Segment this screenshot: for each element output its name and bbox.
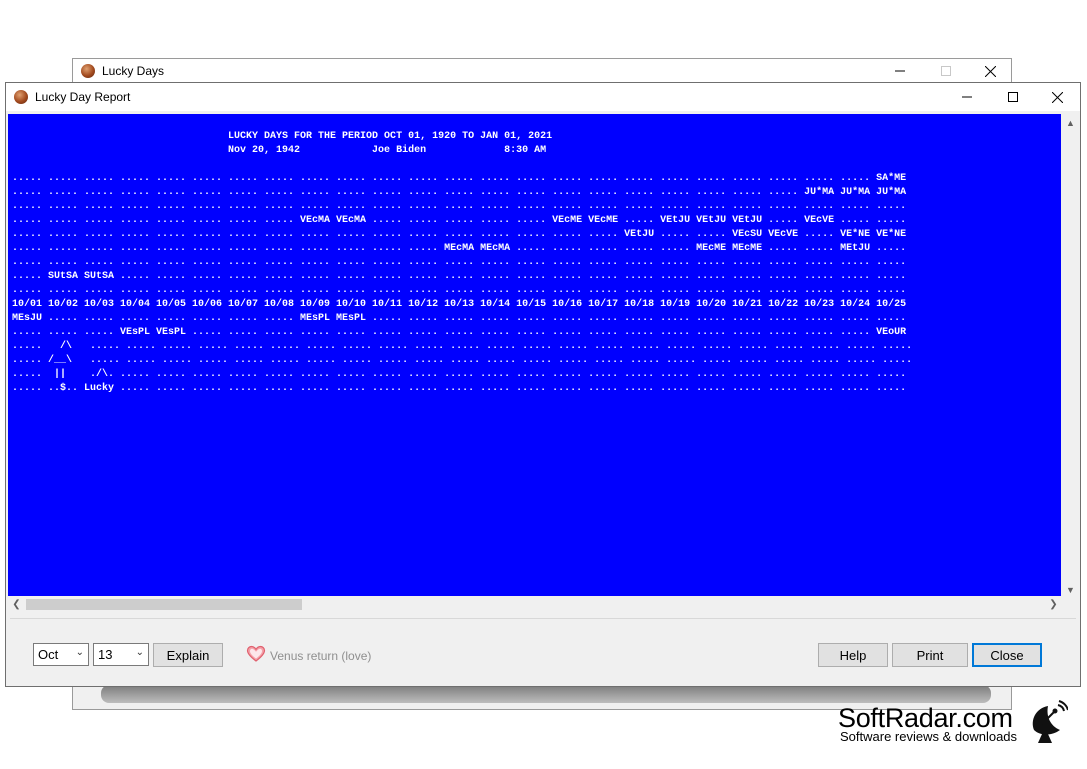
report-line: ..... ..... ..... ..... ..... ..... ....… [12,215,907,226]
maximize-icon [1008,92,1018,102]
report-line: ..... SUtSA SUtSA ..... ..... ..... ....… [12,271,907,282]
lucky-days-window-title: Lucky Days [102,64,165,78]
month-select-value: Oct [38,647,59,662]
maximize-button[interactable] [990,83,1036,111]
close-dialog-button[interactable]: Close [972,643,1042,667]
report-titlebar[interactable]: Lucky Day Report [6,83,1080,111]
report-line: ..... /__\ ..... ..... ..... ..... .....… [12,355,913,366]
explain-button[interactable]: Explain [153,643,223,667]
report-line: ..... ..... ..... ..... ..... ..... ....… [12,257,907,268]
maximize-icon [941,66,951,76]
heart-icon [246,645,266,662]
watermark-subtitle: Software reviews & downloads [840,729,1018,744]
minimize-button[interactable] [877,59,923,83]
lucky-days-app-icon [14,90,28,104]
report-window-title: Lucky Day Report [35,90,131,104]
minimize-icon [962,96,972,98]
minimize-button[interactable] [944,83,990,111]
report-line: ..... ..... ..... ..... ..... ..... ....… [12,187,907,198]
venus-return-label: Venus return (love) [270,649,372,663]
horizontal-scrollbar[interactable]: ❮ ❯ [8,596,1062,613]
horizontal-scroll-thumb[interactable] [26,599,302,610]
satellite-dish-icon [1032,700,1068,743]
maximize-button [923,59,969,83]
close-icon [984,65,996,77]
chevron-down-icon: ⌄ [75,647,84,658]
scroll-up-arrow[interactable]: ▲ [1062,114,1079,131]
print-button[interactable]: Print [892,643,968,667]
close-button[interactable] [1034,83,1080,111]
report-line: ..... ..... ..... ..... ..... ..... ....… [12,201,907,212]
report-text-area[interactable]: LUCKY DAYS FOR THE PERIOD OCT 01, 1920 T… [8,114,1061,596]
report-line: ..... ..... ..... ..... ..... ..... ....… [12,285,907,296]
report-line: ..... ..... ..... VEsPL VEsPL ..... ....… [12,327,907,338]
softradar-watermark: SoftRadar.com Software reviews & downloa… [830,700,1070,750]
lucky-days-app-icon [81,64,95,78]
report-line: ..... ..... ..... ..... ..... ..... ....… [12,243,907,254]
report-line: ..... /\ ..... ..... ..... ..... ..... .… [12,341,913,352]
scroll-down-arrow[interactable]: ▼ [1062,581,1079,598]
controls-bar: Oct ⌄ 13 ⌄ Explain Venus return (love) H… [6,616,1080,686]
report-line: 10/01 10/02 10/03 10/04 10/05 10/06 10/0… [12,299,907,310]
report-content: LUCKY DAYS FOR THE PERIOD OCT 01, 1920 T… [12,130,912,396]
chevron-down-icon: ⌄ [135,647,144,658]
scroll-left-arrow[interactable]: ❮ [8,596,25,613]
month-select[interactable]: Oct ⌄ [33,643,89,666]
report-line: ..... ..... ..... ..... ..... ..... ....… [12,229,907,240]
report-line: ..... ..$.. Lucky ..... ..... ..... ....… [12,383,907,394]
vertical-scrollbar[interactable]: ▲ ▼ [1062,114,1079,598]
day-select-value: 13 [98,647,113,662]
report-line: Nov 20, 1942 Joe Biden 8:30 AM [12,145,547,156]
report-line: ..... ..... ..... ..... ..... ..... ....… [12,173,907,184]
day-select[interactable]: 13 ⌄ [93,643,149,666]
minimize-icon [895,70,905,72]
divider [10,618,1076,619]
report-line [12,158,912,172]
report-line: LUCKY DAYS FOR THE PERIOD OCT 01, 1920 T… [12,131,553,142]
lucky-days-titlebar[interactable]: Lucky Days [73,59,1011,83]
lucky-day-report-window: Lucky Day Report LUCKY DAYS FOR THE PERI… [5,82,1081,687]
report-line: MEsJU ..... ..... ..... ..... ..... ....… [12,313,907,324]
scroll-right-arrow[interactable]: ❯ [1045,596,1062,613]
close-button[interactable] [967,59,1013,83]
close-icon [1051,91,1063,103]
help-button[interactable]: Help [818,643,888,667]
report-line: ..... || ./\. ..... ..... ..... ..... ..… [12,369,907,380]
